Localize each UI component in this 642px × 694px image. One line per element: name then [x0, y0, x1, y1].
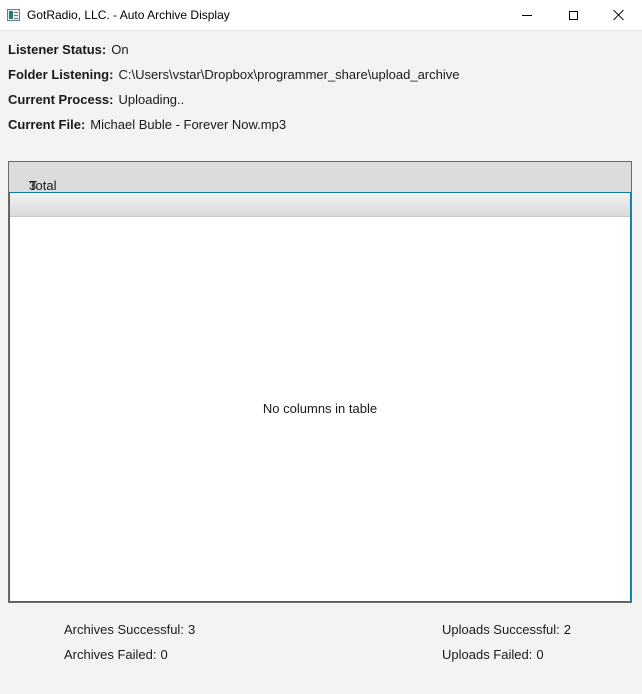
- table-placeholder: No columns in table: [262, 401, 378, 416]
- title-bar[interactable]: GotRadio, LLC. - Auto Archive Display: [0, 0, 642, 31]
- uploads-successful-label: Uploads Successful:: [442, 622, 560, 637]
- close-button[interactable]: [596, 0, 642, 30]
- current-file-label: Current File:: [8, 117, 86, 132]
- listener-status-label: Listener Status:: [8, 42, 107, 57]
- processed-panel: Total Processed: 3 No columns in table: [8, 161, 632, 603]
- close-icon: [613, 9, 625, 21]
- current-process-label: Current Process:: [8, 92, 114, 107]
- current-process-row: Current Process: Uploading..: [8, 92, 184, 110]
- app-window: GotRadio, LLC. - Auto Archive Display Li…: [0, 0, 642, 694]
- folder-listening-row: Folder Listening: C:\Users\vstar\Dropbox\…: [8, 67, 460, 85]
- maximize-button[interactable]: [550, 0, 596, 30]
- total-processed-value: 3: [29, 178, 37, 193]
- app-window-icon: [7, 9, 20, 21]
- archives-successful-value: 3: [187, 622, 196, 637]
- archives-successful-label: Archives Successful:: [64, 622, 184, 637]
- listener-status-value: On: [111, 42, 129, 57]
- current-file-row: Current File: Michael Buble - Forever Now…: [8, 117, 286, 135]
- uploads-failed-label: Uploads Failed:: [442, 647, 533, 662]
- maximize-icon: [568, 10, 578, 20]
- minimize-button[interactable]: [504, 0, 550, 30]
- total-processed-header: Total Processed: 3: [9, 162, 631, 208]
- archives-failed-label: Archives Failed:: [64, 647, 157, 662]
- uploads-failed-stat: Uploads Failed: 0: [442, 647, 544, 662]
- uploads-successful-stat: Uploads Successful: 2: [442, 622, 571, 637]
- uploads-failed-value: 0: [536, 647, 544, 662]
- processed-table[interactable]: No columns in table: [9, 192, 631, 602]
- minimize-icon: [522, 14, 532, 16]
- folder-listening-value: C:\Users\vstar\Dropbox\programmer_share\…: [118, 67, 460, 82]
- current-file-value: Michael Buble - Forever Now.mp3: [90, 117, 287, 132]
- uploads-successful-value: 2: [563, 622, 572, 637]
- archives-failed-value: 0: [160, 647, 168, 662]
- folder-listening-label: Folder Listening:: [8, 67, 114, 82]
- current-process-value: Uploading..: [118, 92, 185, 107]
- window-title: GotRadio, LLC. - Auto Archive Display: [27, 8, 230, 22]
- table-column-header: [10, 193, 630, 217]
- listener-status-row: Listener Status: On: [8, 42, 129, 60]
- archives-successful-stat: Archives Successful: 3: [64, 622, 195, 637]
- archives-failed-stat: Archives Failed: 0: [64, 647, 168, 662]
